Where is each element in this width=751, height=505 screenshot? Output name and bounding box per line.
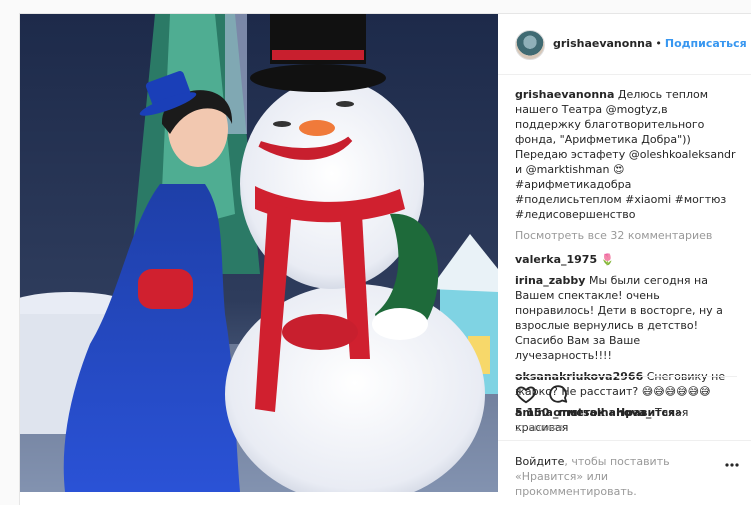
photo-illustration — [20, 14, 498, 492]
login-text: Войдите, чтобы поставить «Нравится» или … — [515, 454, 721, 499]
speech-bubble-icon[interactable] — [547, 383, 569, 405]
login-link[interactable]: Войдите — [515, 455, 564, 468]
header-line: grishaevanonna • Подписаться — [553, 37, 747, 50]
action-bar — [515, 376, 737, 404]
comment-item: valerka_1975 🌷 — [515, 252, 737, 267]
comment-username[interactable]: valerka_1975 — [515, 253, 597, 266]
post-date: 27 ЯНВАРЯ — [515, 424, 564, 433]
post-card: grishaevanonna • Подписаться grishaevanonn… — [19, 13, 751, 505]
view-all-comments-link[interactable]: Посмотреть все 32 комментариев — [515, 228, 737, 243]
heart-outline-icon[interactable] — [515, 383, 537, 405]
avatar[interactable] — [515, 30, 545, 60]
login-prompt: Войдите, чтобы поставить «Нравится» или … — [498, 440, 751, 505]
follow-button[interactable]: Подписаться — [665, 37, 747, 50]
post-header: grishaevanonna • Подписаться — [498, 14, 751, 75]
comment-text: Мы были сегодня на Вашем спектакле! очен… — [515, 274, 723, 362]
caption-username[interactable]: grishaevanonna — [515, 88, 614, 101]
comment-username[interactable]: irina_zabby — [515, 274, 585, 287]
comment-item: irina_zabby Мы были сегодня на Вашем спе… — [515, 273, 737, 363]
caption-text: Делюсь теплом нашего Театра @mogtyz,в по… — [515, 88, 736, 221]
post-photo[interactable] — [20, 14, 498, 492]
post-sidebar: grishaevanonna • Подписаться grishaevanonn… — [498, 14, 751, 505]
likes-count[interactable]: 5 150 отметок «Нравится» — [515, 406, 682, 419]
header-separator: • — [655, 37, 662, 50]
header-username[interactable]: grishaevanonna — [553, 37, 652, 50]
caption: grishaevanonna Делюсь теплом нашего Теат… — [515, 87, 737, 222]
comment-text: 🌷 — [600, 253, 615, 266]
more-options-icon[interactable] — [724, 457, 740, 473]
